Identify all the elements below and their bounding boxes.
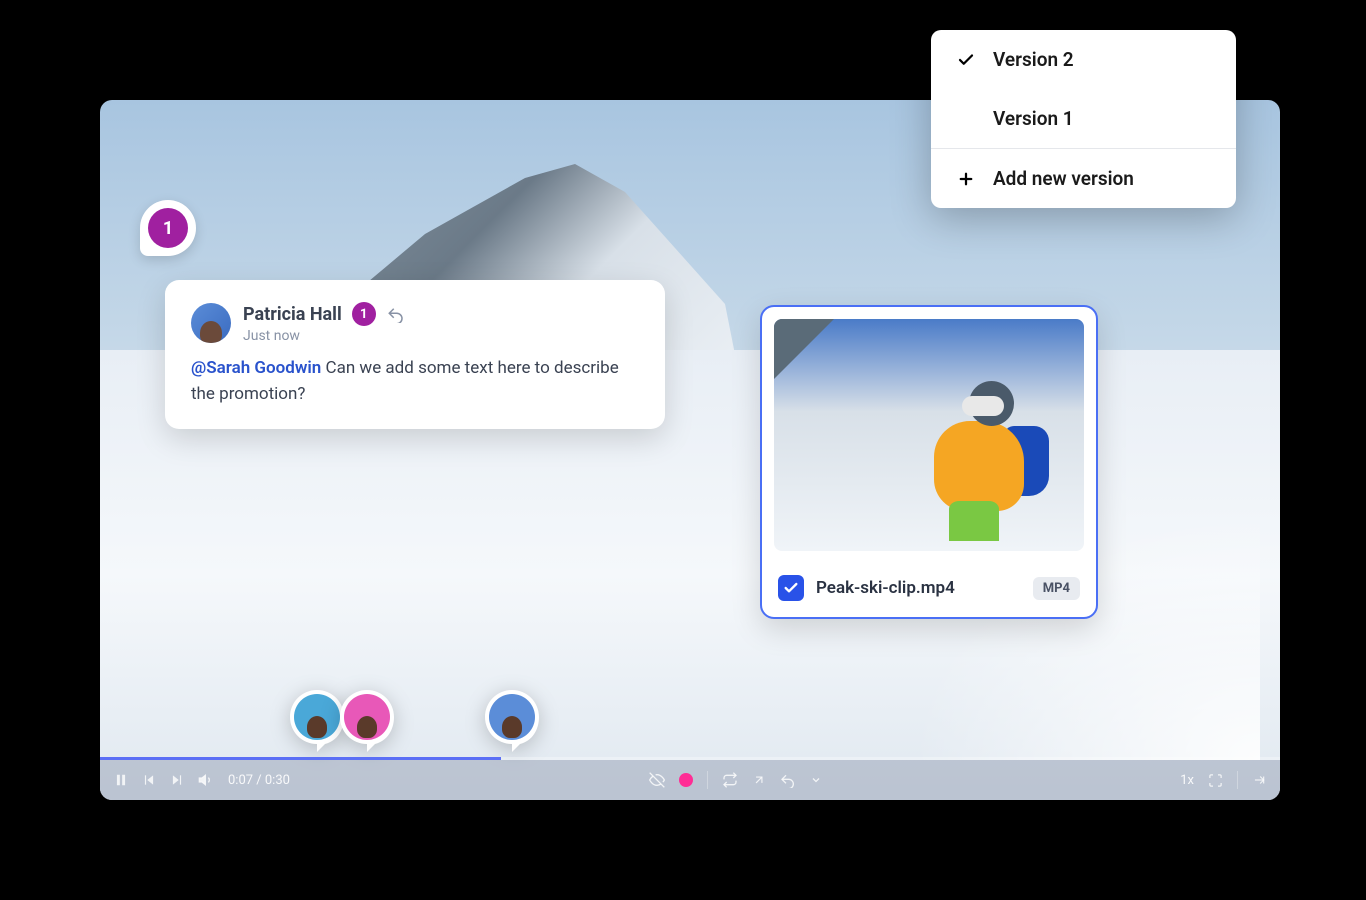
- annotation-color-dot[interactable]: [679, 773, 693, 787]
- comment-mention[interactable]: @Sarah Goodwin: [191, 358, 321, 378]
- comment-author-avatar[interactable]: [191, 303, 231, 343]
- version-item-1[interactable]: Version 1: [931, 89, 1236, 148]
- volume-icon[interactable]: [198, 772, 214, 788]
- comment-timestamp: Just now: [243, 328, 406, 344]
- asset-filename: Peak-ski-clip.mp4: [816, 578, 1021, 598]
- time-display: 0:07 / 0:30: [228, 773, 290, 788]
- pause-icon[interactable]: [114, 773, 128, 787]
- comment-pin[interactable]: 1: [140, 200, 196, 256]
- version-dropdown: Version 2 Version 1 Add new version: [931, 30, 1236, 208]
- loop-icon[interactable]: [722, 772, 738, 788]
- asset-checkbox[interactable]: [778, 575, 804, 601]
- visibility-off-icon[interactable]: [649, 772, 665, 788]
- comment-pin-number: 1: [148, 208, 188, 248]
- comment-header: Patricia Hall 1 Just now: [191, 302, 639, 344]
- comment-count-badge: 1: [352, 302, 376, 326]
- player-controls: 0:07 / 0:30 1x: [100, 760, 1280, 800]
- timeline-marker[interactable]: [485, 690, 539, 752]
- comment-tool-icon[interactable]: [780, 772, 796, 788]
- asset-format-badge: MP4: [1033, 577, 1080, 600]
- progress-fill: [100, 757, 501, 760]
- timeline-comment-markers: [100, 690, 1280, 750]
- reply-thread-icon[interactable]: [386, 305, 406, 323]
- skip-to-end-icon[interactable]: [1252, 773, 1266, 787]
- playback-speed[interactable]: 1x: [1180, 773, 1194, 788]
- check-icon: [955, 51, 977, 69]
- add-version-item[interactable]: Add new version: [931, 148, 1236, 208]
- chevron-down-icon[interactable]: [810, 774, 822, 786]
- version-label: Version 2: [993, 48, 1074, 71]
- asset-thumbnail: [762, 307, 1096, 563]
- timeline-marker[interactable]: [290, 690, 344, 752]
- plus-icon: [955, 170, 977, 188]
- comment-author: Patricia Hall: [243, 304, 342, 325]
- comment-body: @Sarah Goodwin Can we add some text here…: [191, 356, 639, 407]
- fullscreen-icon[interactable]: [1208, 773, 1223, 788]
- asset-card[interactable]: Peak-ski-clip.mp4 MP4: [760, 305, 1098, 619]
- timeline-marker[interactable]: [340, 690, 394, 752]
- add-version-label: Add new version: [993, 167, 1134, 190]
- version-label: Version 1: [993, 107, 1074, 130]
- progress-bar[interactable]: [100, 757, 1280, 760]
- version-item-2[interactable]: Version 2: [931, 30, 1236, 89]
- comment-card[interactable]: Patricia Hall 1 Just now @Sarah Goodwin …: [165, 280, 665, 429]
- step-forward-icon[interactable]: [170, 773, 184, 787]
- step-back-icon[interactable]: [142, 773, 156, 787]
- expand-icon[interactable]: [752, 773, 766, 787]
